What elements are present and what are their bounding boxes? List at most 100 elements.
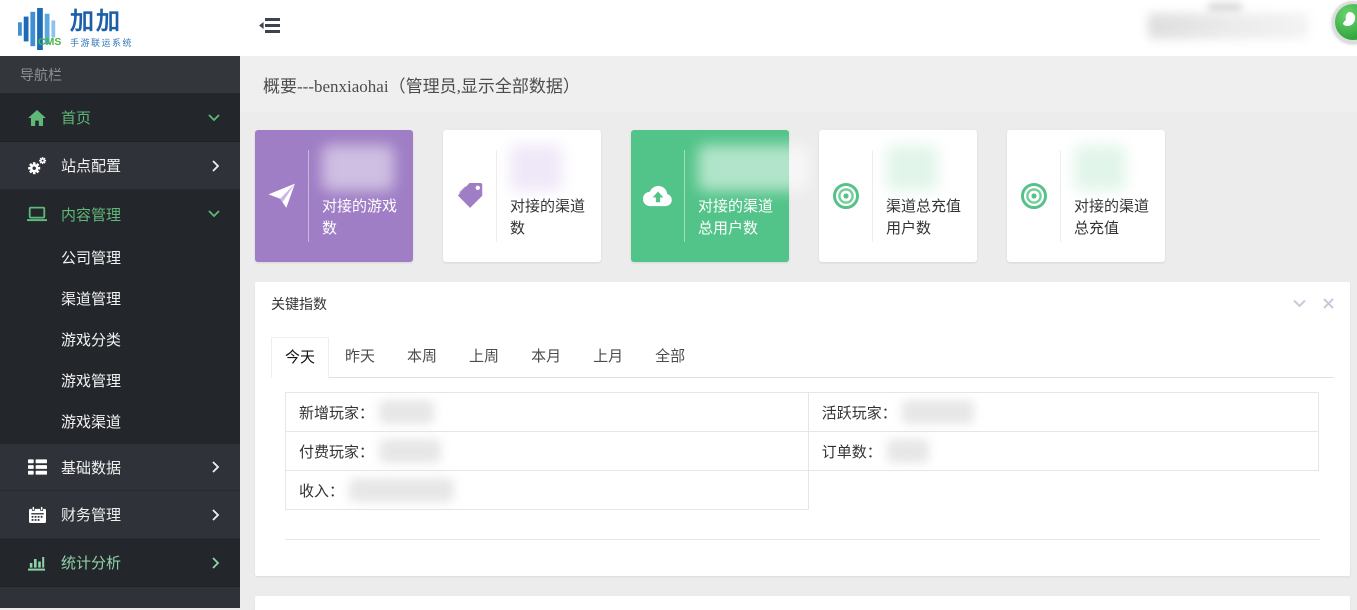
gears-icon <box>26 156 48 176</box>
sidebar-item-label: 基础数据 <box>61 457 121 478</box>
metric-active-players: 活跃玩家： <box>808 392 1319 432</box>
stat-value-blur <box>886 145 938 191</box>
top-bar: CMS 加加 手游联运系统 <box>0 0 1357 56</box>
stat-value-blur <box>322 145 394 191</box>
metric-label: 新增玩家： <box>299 402 374 423</box>
metric-empty-cell <box>808 471 1319 511</box>
stat-card-label: 对接的游戏数 <box>322 196 411 240</box>
bullseye-icon <box>1007 130 1060 262</box>
panel-title: 关键指数 <box>271 294 327 314</box>
user-name-blur <box>1148 13 1308 39</box>
sidebar-item-base-data[interactable]: 基础数据 <box>0 443 240 491</box>
sidebar-item-company-mgmt[interactable]: 公司管理 <box>0 238 240 279</box>
metric-label: 付费玩家： <box>299 441 374 462</box>
sidebar-item-label: 财务管理 <box>61 504 121 525</box>
page-title-bar: 概要---benxiaohai（管理员,显示全部数据） <box>240 56 1357 112</box>
stat-card-total-users: 对接的渠道总用户数 <box>631 130 789 262</box>
metric-label: 收入： <box>299 480 344 501</box>
stat-card-games: 对接的游戏数 <box>255 130 413 262</box>
content-area: 对接的游戏数 对接的渠道数 <box>240 112 1357 610</box>
tab-all[interactable]: 全部 <box>639 337 701 377</box>
sidebar-item-statistics[interactable]: 统计分析 <box>0 539 240 587</box>
stat-card-label: 对接的渠道数 <box>510 196 599 240</box>
user-name-blur-small <box>1208 3 1242 13</box>
logo-building-icon: CMS <box>16 8 62 50</box>
panel-close-icon[interactable] <box>1323 298 1334 309</box>
stat-card-label: 对接的渠道总充值 <box>1074 196 1163 240</box>
sidebar-item-label: 统计分析 <box>61 552 121 573</box>
metric-paying-players: 付费玩家： <box>285 431 809 471</box>
stat-card-label: 对接的渠道总用户数 <box>698 196 787 240</box>
sidebar-item-label: 内容管理 <box>61 204 121 225</box>
support-chat-button[interactable] <box>1332 1 1357 43</box>
chevron-down-icon <box>208 210 220 218</box>
chevron-right-icon <box>212 160 220 172</box>
tab-content-divider <box>285 539 1320 540</box>
sidebar-item-finance-mgmt[interactable]: 财务管理 <box>0 491 240 539</box>
cloud-upload-icon <box>631 130 684 262</box>
sidebar-item-label: 首页 <box>61 107 91 128</box>
chat-glyph-icon <box>1339 10 1357 30</box>
tab-this-month[interactable]: 本月 <box>515 337 577 377</box>
stat-card-label: 渠道总充值用户数 <box>886 196 975 240</box>
metric-label: 活跃玩家： <box>822 402 897 423</box>
metric-value-blur <box>379 439 441 463</box>
sidebar-collapse-icon[interactable] <box>259 17 281 35</box>
tab-today[interactable]: 今天 <box>271 337 329 378</box>
metric-revenue: 收入： <box>285 470 809 510</box>
sidebar-submenu-content: 公司管理 渠道管理 游戏分类 游戏管理 游戏渠道 <box>0 238 240 443</box>
stat-card-total-recharge: 对接的渠道总充值 <box>1007 130 1165 262</box>
panel-collapse-icon[interactable] <box>1293 299 1306 308</box>
sidebar-item-content-mgmt[interactable]: 内容管理 <box>0 190 240 238</box>
metric-label: 订单数： <box>822 441 882 462</box>
app-logo: CMS 加加 手游联运系统 <box>16 8 133 50</box>
sidebar-item-game-channel[interactable]: 游戏渠道 <box>0 402 240 443</box>
tags-icon <box>443 130 496 262</box>
tab-last-week[interactable]: 上周 <box>453 337 515 377</box>
metric-new-players: 新增玩家： <box>285 392 809 432</box>
brand-name: 加加 <box>70 9 133 35</box>
metric-value-blur <box>902 400 974 424</box>
metric-value-blur <box>379 400 434 424</box>
tab-last-month[interactable]: 上月 <box>577 337 639 377</box>
sidebar-item-channel-mgmt[interactable]: 渠道管理 <box>0 279 240 320</box>
stat-cards-row: 对接的游戏数 对接的渠道数 <box>255 130 1350 262</box>
page-title: 概要---benxiaohai（管理员,显示全部数据） <box>263 72 580 97</box>
time-range-tabs: 今天 昨天 本周 上周 本月 上月 全部 <box>271 337 1334 378</box>
logo-cms-badge: CMS <box>38 36 61 48</box>
stat-value-blur <box>698 145 810 191</box>
main-area: 概要---benxiaohai（管理员,显示全部数据） 对接的游戏数 <box>240 56 1357 610</box>
chevron-down-icon <box>208 114 220 122</box>
sidebar-item-game-category[interactable]: 游戏分类 <box>0 320 240 361</box>
metrics-table: 新增玩家： 付费玩家： 收入： 活跃玩家： <box>285 392 1320 511</box>
stat-value-blur <box>510 145 562 191</box>
sidebar: 导航栏 首页 <box>0 56 240 608</box>
home-icon <box>26 110 48 126</box>
tab-yesterday[interactable]: 昨天 <box>329 337 391 377</box>
metric-order-count: 订单数： <box>808 431 1319 471</box>
metric-value-blur <box>887 439 929 463</box>
key-index-panel: 关键指数 今天 昨天 本周 上周 本月 上月 全部 <box>255 282 1350 576</box>
chevron-right-icon <box>212 461 220 473</box>
bar-chart-icon <box>26 555 48 571</box>
sidebar-item-game-mgmt[interactable]: 游戏管理 <box>0 361 240 402</box>
sidebar-nav-label: 导航栏 <box>0 56 240 94</box>
paper-plane-icon <box>255 130 308 262</box>
bullseye-icon <box>819 130 872 262</box>
chevron-right-icon <box>212 509 220 521</box>
sidebar-item-home[interactable]: 首页 <box>0 94 240 142</box>
stat-value-blur <box>1074 145 1126 191</box>
metric-value-blur <box>349 478 454 502</box>
stat-card-channels: 对接的渠道数 <box>443 130 601 262</box>
laptop-icon <box>26 206 48 222</box>
stat-card-recharge-users: 渠道总充值用户数 <box>819 130 977 262</box>
sidebar-item-label: 站点配置 <box>61 155 121 176</box>
brand-subtitle: 手游联运系统 <box>70 39 133 49</box>
database-icon <box>26 459 48 475</box>
sidebar-item-site-config[interactable]: 站点配置 <box>0 142 240 190</box>
tab-this-week[interactable]: 本周 <box>391 337 453 377</box>
panel-header: 关键指数 <box>255 282 1350 325</box>
user-account-area[interactable] <box>1148 6 1313 46</box>
chevron-right-icon <box>212 557 220 569</box>
calendar-icon <box>26 506 48 524</box>
